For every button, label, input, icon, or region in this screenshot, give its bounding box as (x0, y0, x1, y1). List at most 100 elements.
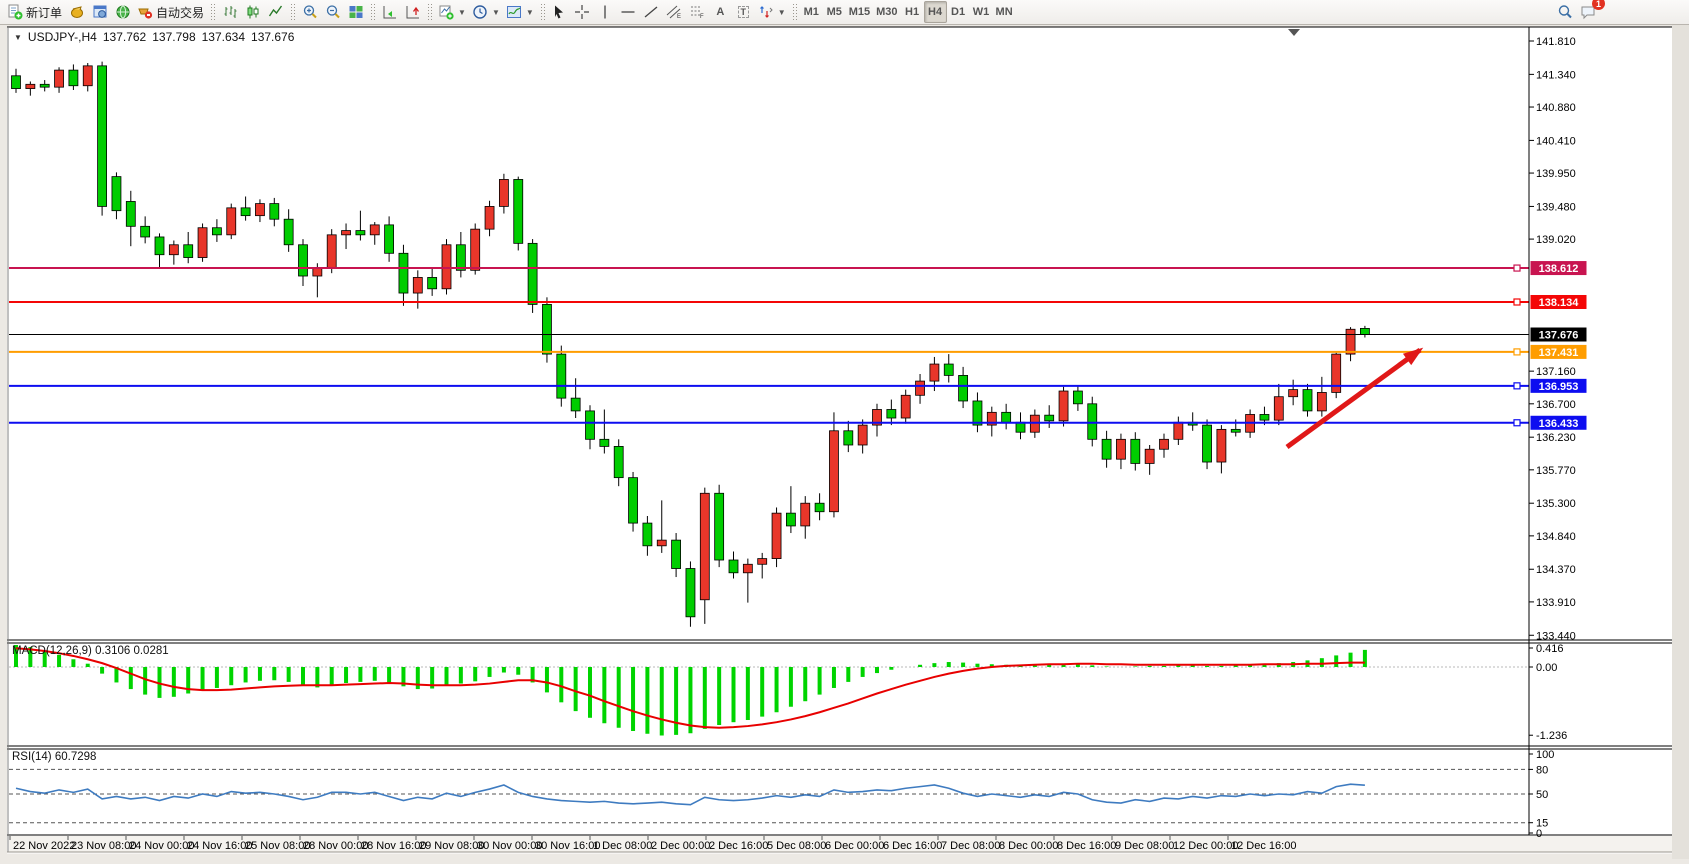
time-tick-label[interactable]: 6 Dec 00:00 (825, 840, 884, 852)
data-window-button[interactable] (88, 1, 111, 23)
timeframe-w1-button[interactable]: W1 (970, 1, 993, 23)
timeframe-m1-button[interactable]: M1 (800, 1, 823, 23)
candle-body (284, 219, 293, 245)
search-icon (1557, 4, 1573, 20)
time-tick-label[interactable]: 12 Dec 16:00 (1231, 840, 1296, 852)
time-tick-label[interactable]: 8 Dec 00:00 (999, 840, 1058, 852)
indicators-button[interactable]: ▼ (503, 1, 537, 23)
candle-body (973, 401, 982, 425)
candlestick-button[interactable] (241, 1, 264, 23)
trendline-button[interactable] (640, 1, 663, 23)
cursor-button[interactable] (548, 1, 571, 23)
macd-tick-label: 0.416 (1536, 643, 1564, 655)
text-label-button[interactable]: T (732, 1, 755, 23)
dropdown-caret-icon: ▼ (492, 8, 500, 17)
time-tick-label[interactable]: 8 Dec 16:00 (1057, 840, 1116, 852)
zoom-out-button[interactable] (321, 1, 344, 23)
time-tick-label[interactable]: 24 Nov 16:00 (187, 840, 252, 852)
candle-body (1116, 439, 1125, 459)
timeframe-h1-button[interactable]: H1 (901, 1, 924, 23)
chart-title[interactable]: ▼ USDJPY-,H4 137.762 137.798 137.634 137… (14, 30, 294, 44)
candle-body (98, 66, 107, 207)
zoom-in-button[interactable] (298, 1, 321, 23)
timeframe-m30-button[interactable]: M30 (873, 1, 900, 23)
timeframe-m15-button[interactable]: M15 (846, 1, 873, 23)
price-tick-label: 141.810 (1536, 36, 1576, 48)
toolbar-drag-handle[interactable] (427, 3, 432, 21)
timeframe-m5-button[interactable]: M5 (823, 1, 846, 23)
autotrading-button[interactable]: 自动交易 (134, 1, 207, 23)
candle-body (40, 84, 49, 87)
time-tick-label[interactable]: 30 Nov 00:00 (477, 840, 542, 852)
time-tick-label[interactable]: 1 Dec 08:00 (593, 840, 652, 852)
collapse-triangle-icon[interactable]: ▼ (14, 33, 22, 42)
vertical-line-button[interactable] (594, 1, 617, 23)
chart-shift-button[interactable] (401, 1, 424, 23)
candle-body (270, 204, 279, 220)
market-watch-icon (69, 4, 85, 20)
new-order-icon (7, 4, 23, 20)
candle-body (672, 540, 681, 568)
toolbar-drag-handle[interactable] (210, 3, 215, 21)
time-tick-label[interactable]: 28 Nov 16:00 (361, 840, 426, 852)
tile-windows-button[interactable] (344, 1, 367, 23)
ohlc-low: 137.634 (202, 30, 245, 44)
rsi-name: RSI(14) (12, 751, 52, 763)
time-tick-label[interactable]: 5 Dec 08:00 (767, 840, 826, 852)
time-tick-label[interactable]: 6 Dec 16:00 (883, 840, 942, 852)
navigator-button[interactable] (111, 1, 134, 23)
chart-canvas[interactable]: 141.810141.340140.880140.410139.950139.4… (0, 25, 1689, 859)
time-tick-label[interactable]: 29 Nov 08:00 (419, 840, 484, 852)
zoom-in-icon (302, 4, 318, 20)
candle-body (1145, 449, 1154, 463)
toolbar-drag-handle[interactable] (792, 3, 797, 21)
crosshair-button[interactable] (571, 1, 594, 23)
time-tick-label[interactable]: 28 Nov 00:00 (303, 840, 368, 852)
timeframe-mn-button[interactable]: MN (993, 1, 1016, 23)
auto-scroll-button[interactable] (378, 1, 401, 23)
toolbar-drag-handle[interactable] (370, 3, 375, 21)
timeframe-h4-button[interactable]: H4 (924, 1, 947, 23)
time-tick-label[interactable]: 2 Dec 00:00 (651, 840, 710, 852)
candle-body (1231, 429, 1240, 432)
text-button[interactable]: A (709, 1, 732, 23)
line-handle[interactable] (1514, 265, 1520, 271)
fibonacci-button[interactable]: F (686, 1, 709, 23)
time-tick-label[interactable]: 25 Nov 08:00 (245, 840, 310, 852)
timeframe-d1-button[interactable]: D1 (947, 1, 970, 23)
line-chart-button[interactable] (264, 1, 287, 23)
candle-body (514, 179, 523, 243)
line-handle[interactable] (1514, 420, 1520, 426)
dropdown-caret-icon: ▼ (778, 8, 786, 17)
candle-body (1073, 391, 1082, 404)
toolbar-drag-handle[interactable] (540, 3, 545, 21)
line-handle[interactable] (1514, 299, 1520, 305)
time-tick-label[interactable]: 24 Nov 00:00 (129, 840, 194, 852)
candle-body (26, 84, 35, 88)
candle-body (1059, 391, 1068, 421)
chart-shift-icon (405, 4, 421, 20)
candle-body (442, 245, 451, 289)
time-tick-label[interactable]: 9 Dec 08:00 (1115, 840, 1174, 852)
toolbar-drag-handle[interactable] (290, 3, 295, 21)
new-chart-button[interactable]: ▼ (435, 1, 469, 23)
line-handle[interactable] (1514, 349, 1520, 355)
search-button[interactable] (1553, 1, 1576, 23)
candle-body (729, 560, 738, 573)
arrows-button[interactable]: ▼ (755, 1, 789, 23)
time-tick-label[interactable]: 30 Nov 16:00 (535, 840, 600, 852)
horizontal-line-button[interactable] (617, 1, 640, 23)
time-tick-label[interactable]: 12 Dec 00:00 (1173, 840, 1238, 852)
notification-badge[interactable]: 1 (1592, 0, 1605, 10)
market-watch-button[interactable] (65, 1, 88, 23)
new-order-button[interactable]: 新订单 (4, 1, 65, 23)
channel-button[interactable]: E (663, 1, 686, 23)
price-tag-label: 138.134 (1539, 297, 1580, 309)
time-tick-label[interactable]: 7 Dec 08:00 (941, 840, 1000, 852)
time-tick-label[interactable]: 23 Nov 08:00 (71, 840, 136, 852)
periods-button[interactable]: ▼ (469, 1, 503, 23)
time-tick-label[interactable]: 22 Nov 2022 (13, 840, 75, 852)
line-handle[interactable] (1514, 383, 1520, 389)
bar-chart-button[interactable] (218, 1, 241, 23)
time-tick-label[interactable]: 2 Dec 16:00 (709, 840, 768, 852)
